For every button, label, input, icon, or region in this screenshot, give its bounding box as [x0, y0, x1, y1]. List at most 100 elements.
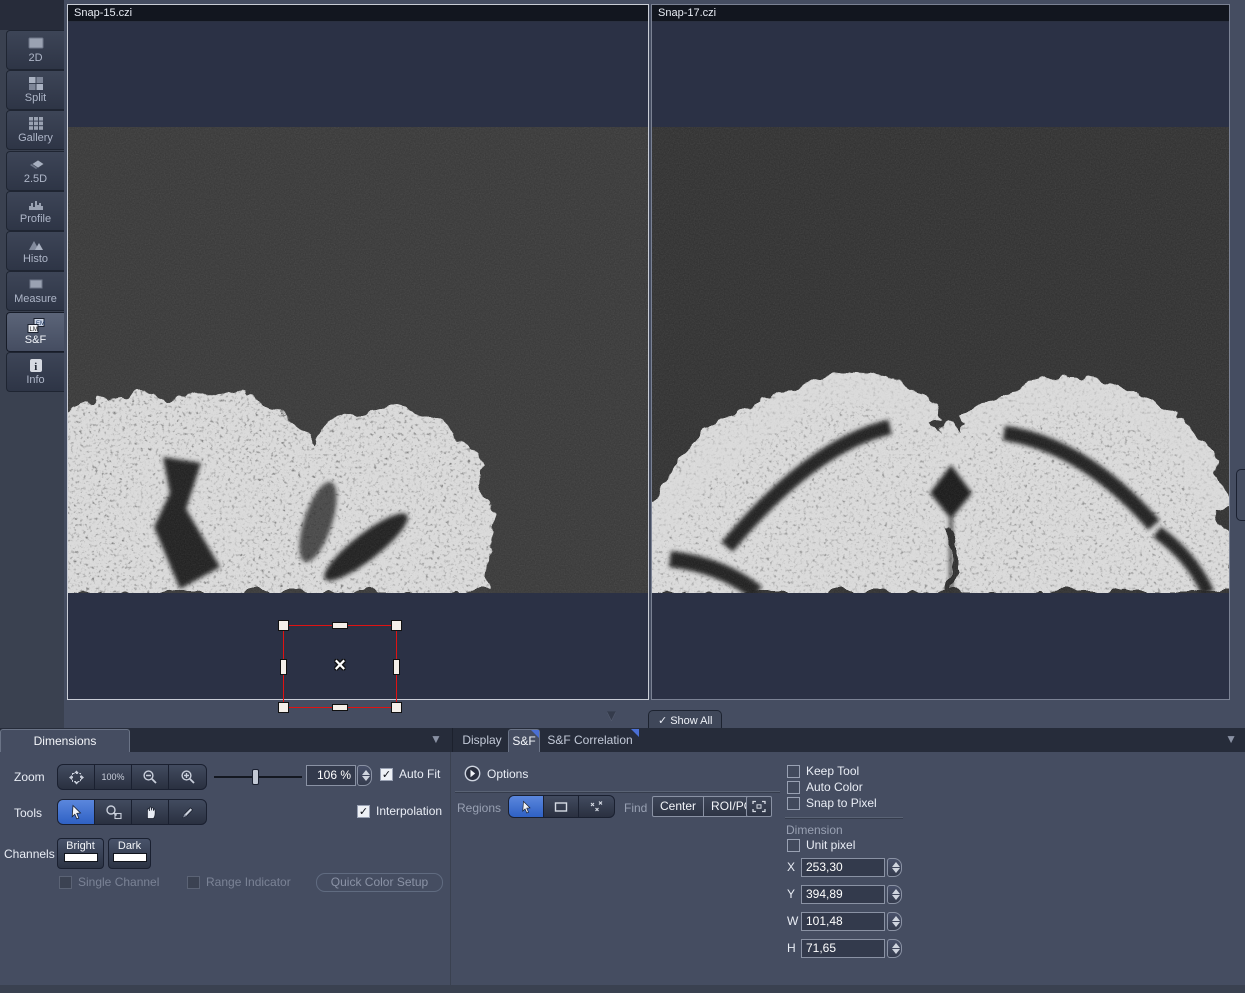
tab-sf-correlation[interactable]: S&F Correlation [541, 729, 639, 752]
checkbox-box[interactable] [787, 765, 800, 778]
h-stepper[interactable] [887, 939, 902, 958]
image-title[interactable]: Snap-17.czi [652, 5, 1229, 22]
keep-tool-checkbox[interactable]: Keep Tool [787, 764, 859, 778]
step-down-icon[interactable] [892, 949, 900, 954]
step-up-icon[interactable] [892, 889, 900, 894]
roi-selection-rectangle[interactable]: × [283, 625, 397, 708]
roi-handle-top[interactable] [332, 622, 348, 629]
roi-handle-right[interactable] [393, 659, 400, 675]
region-select-tool[interactable] [509, 796, 544, 817]
sidebar-item-label: Histo [7, 253, 64, 265]
checkbox-box[interactable] [59, 876, 72, 889]
range-indicator-checkbox[interactable]: Range Indicator [187, 875, 291, 889]
dimension-h-row: H 71,65 [787, 939, 905, 958]
step-up-icon[interactable] [362, 770, 370, 775]
find-frame-button[interactable] [746, 796, 772, 817]
image-canvas-right[interactable] [652, 127, 1229, 593]
pan-tool-button[interactable] [132, 800, 169, 824]
options-expander-icon[interactable] [464, 765, 481, 782]
checkbox-box[interactable] [787, 781, 800, 794]
select-tool-button[interactable] [58, 800, 95, 824]
image-panel-right: Snap-17.czi [651, 4, 1230, 700]
tab-dimensions[interactable]: Dimensions [0, 729, 130, 752]
sidebar-item-sf[interactable]: EMLM S&F [6, 312, 64, 352]
right-panel-flyout-handle[interactable] [1236, 469, 1245, 521]
checkbox-box[interactable] [787, 839, 800, 852]
y-value-field[interactable]: 394,89 [801, 885, 885, 904]
channel-bright-button[interactable]: Bright [57, 838, 104, 869]
y-stepper[interactable] [887, 885, 902, 904]
checkbox-box[interactable]: ✓ [380, 768, 393, 781]
roi-handle-top-right[interactable] [391, 620, 402, 631]
step-up-icon[interactable] [892, 916, 900, 921]
single-channel-checkbox[interactable]: Single Channel [59, 875, 159, 889]
step-down-icon[interactable] [892, 868, 900, 873]
auto-color-checkbox[interactable]: Auto Color [787, 780, 863, 794]
channel-color-swatch[interactable] [113, 853, 147, 862]
zoom-button-group: 100% [57, 764, 207, 790]
step-up-icon[interactable] [892, 862, 900, 867]
unit-pixel-checkbox[interactable]: Unit pixel [787, 838, 855, 852]
channel-dark-button[interactable]: Dark [108, 838, 151, 869]
roi-handle-bottom[interactable] [332, 704, 348, 711]
tools-label: Tools [14, 806, 42, 820]
x-stepper[interactable] [887, 858, 902, 877]
region-points-tool[interactable] [579, 796, 614, 817]
roi-handle-top-left[interactable] [278, 620, 289, 631]
zoom-fit-button[interactable] [58, 765, 95, 789]
quick-color-setup-button[interactable]: Quick Color Setup [316, 873, 443, 892]
h-label: H [787, 941, 799, 955]
sidebar-item-split[interactable]: Split [6, 70, 64, 110]
zoom-percent-stepper[interactable] [357, 765, 372, 786]
step-down-icon[interactable] [892, 895, 900, 900]
sidebar-item-profile[interactable]: Profile [6, 191, 64, 231]
roi-handle-left[interactable] [280, 659, 287, 675]
checkbox-box[interactable] [787, 797, 800, 810]
w-value-field[interactable]: 101,48 [801, 912, 885, 931]
w-stepper[interactable] [887, 912, 902, 931]
range-indicator-label: Range Indicator [206, 875, 291, 889]
unit-pixel-label: Unit pixel [806, 838, 855, 852]
sidebar-item-measure[interactable]: Measure [6, 271, 64, 311]
zoom-slider-thumb[interactable] [252, 769, 259, 785]
keep-tool-label: Keep Tool [806, 764, 859, 778]
find-center-button[interactable]: Center [653, 797, 704, 816]
sidebar-item-info[interactable]: i Info [6, 352, 64, 392]
tabstrip-dropdown-icon[interactable]: ▼ [1225, 732, 1237, 746]
roi-handle-bottom-right[interactable] [391, 702, 402, 713]
annotate-tool-button[interactable] [169, 800, 206, 824]
sidebar-item-histo[interactable]: Histo [6, 231, 64, 271]
zoom-out-button[interactable] [132, 765, 169, 789]
tab-sf[interactable]: S&F [508, 729, 540, 752]
region-rectangle-tool[interactable] [544, 796, 579, 817]
tabstrip-dropdown-icon[interactable]: ▼ [430, 732, 442, 746]
sidebar-item-gallery[interactable]: Gallery [6, 110, 64, 150]
sidebar-item-2-5d[interactable]: 2.5D [6, 151, 64, 191]
interpolation-checkbox[interactable]: ✓ Interpolation [357, 804, 442, 818]
tab-display[interactable]: Display [456, 729, 508, 752]
roi-center-marker[interactable]: × [334, 654, 346, 677]
interpolation-label: Interpolation [376, 804, 442, 818]
sidebar-item-2d[interactable]: 2D [6, 30, 64, 70]
zoom-100-button[interactable]: 100% [95, 765, 132, 789]
image-title[interactable]: Snap-15.czi [68, 5, 648, 22]
auto-fit-checkbox[interactable]: ✓ Auto Fit [380, 767, 440, 781]
x-value-field[interactable]: 253,30 [801, 858, 885, 877]
x-label: X [787, 860, 799, 874]
h-value-field[interactable]: 71,65 [801, 939, 885, 958]
roi-handle-bottom-left[interactable] [278, 702, 289, 713]
checkbox-box[interactable]: ✓ [357, 805, 370, 818]
step-down-icon[interactable] [892, 922, 900, 927]
step-down-icon[interactable] [362, 776, 370, 781]
snap-to-pixel-checkbox[interactable]: Snap to Pixel [787, 796, 877, 810]
zoom-slider[interactable] [214, 769, 302, 785]
channel-color-swatch[interactable] [64, 853, 98, 862]
collapse-viewer-controls-icon[interactable]: ▼ [604, 707, 619, 724]
cursor-icon [69, 804, 84, 820]
step-up-icon[interactable] [892, 943, 900, 948]
checkbox-box[interactable] [187, 876, 200, 889]
image-canvas-left[interactable]: × [68, 127, 648, 593]
zoom-region-tool-button[interactable] [95, 800, 132, 824]
zoom-percent-field[interactable]: 106 % [306, 765, 356, 786]
zoom-in-button[interactable] [169, 765, 206, 789]
